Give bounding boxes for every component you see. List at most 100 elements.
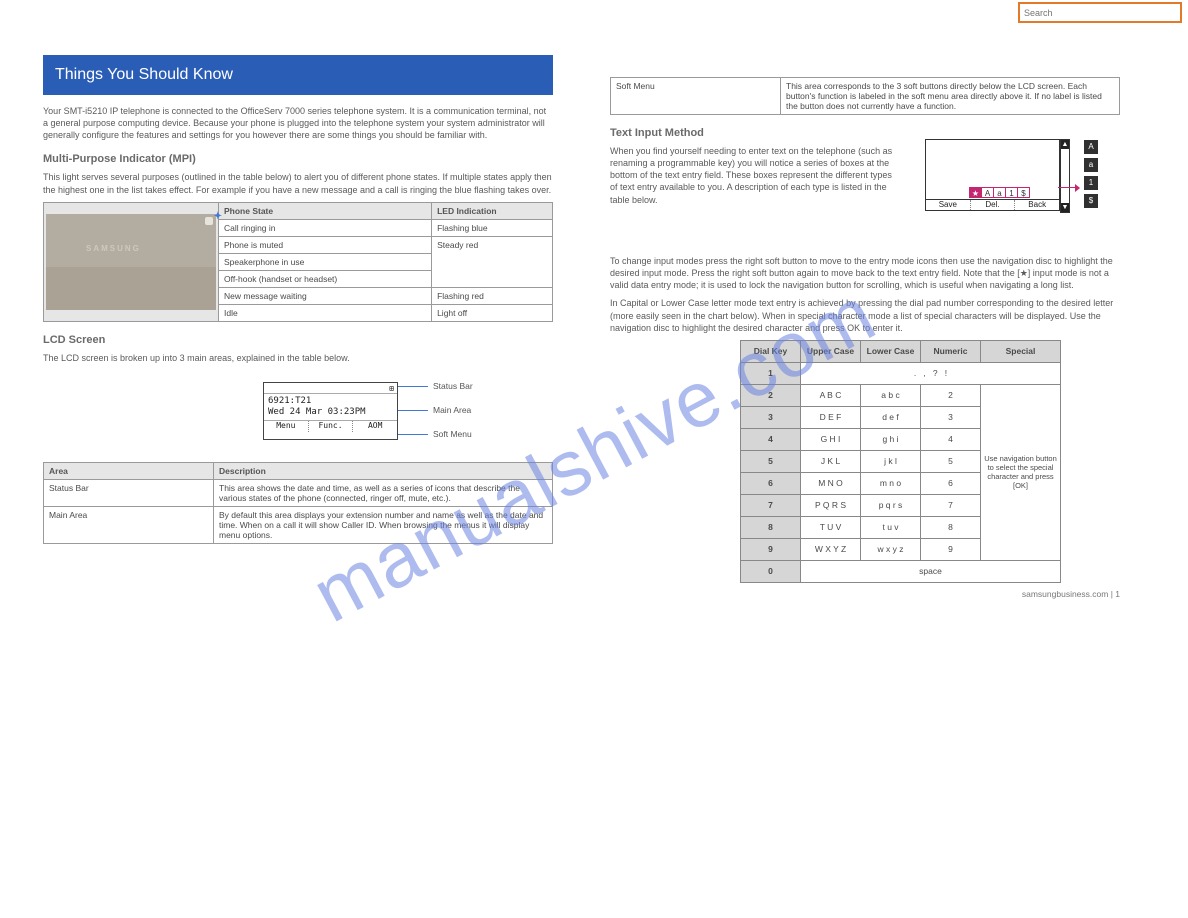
soft-func: Func. <box>309 421 354 432</box>
legend-lower: a <box>1084 158 1098 172</box>
ck: 6 <box>741 472 801 494</box>
cell: Call ringing in <box>219 219 432 236</box>
legend-special: $ <box>1084 194 1098 208</box>
mpi-col-state: Phone State <box>219 202 432 219</box>
cell: Main Area <box>44 506 214 543</box>
phone-led <box>205 217 213 225</box>
search-input[interactable] <box>1020 4 1180 21</box>
lcd-diagram: ⊞ 6921:T21 Wed 24 Mar 03:23PM Menu Func.… <box>263 374 603 454</box>
cell: This area shows the date and time, as we… <box>214 479 553 506</box>
ck: 5 <box>741 450 801 472</box>
heading-text-input: Text Input Method <box>610 127 1150 139</box>
mpi-col-led: LED Indication <box>432 202 553 219</box>
cell: 5 <box>921 450 981 472</box>
lcd-status-bar: ⊞ <box>264 383 397 394</box>
cell: 8 <box>921 516 981 538</box>
cell: 3 <box>921 406 981 428</box>
cell: a b c <box>861 384 921 406</box>
cell: J K L <box>801 450 861 472</box>
cell: Speakerphone in use <box>219 253 432 270</box>
cell: Soft Menu <box>611 78 781 115</box>
cell: By default this area displays your exten… <box>214 506 553 543</box>
cell: Flashing blue <box>432 219 553 236</box>
lcd-screen: ⊞ 6921:T21 Wed 24 Mar 03:23PM Menu Func.… <box>263 382 398 440</box>
lcd-main-area: 6921:T21 Wed 24 Mar 03:23PM <box>264 394 397 420</box>
text-input-body3: In Capital or Lower Case letter mode tex… <box>610 297 1120 333</box>
heading-lcd: LCD Screen <box>43 334 553 346</box>
text-entry-screen: ▲ ▼ ★ A a 1 $ Save Del. Back <box>925 139 1060 211</box>
left-column: Your SMT-i5210 IP telephone is connected… <box>43 105 553 544</box>
soft-menu: Menu <box>264 421 309 432</box>
char-entry-table: Dial Key Upper Case Lower Case Numeric S… <box>740 340 1061 583</box>
ch-h2: Lower Case <box>861 340 921 362</box>
col-area: Area <box>44 462 214 479</box>
cell: T U V <box>801 516 861 538</box>
soft-save: Save <box>926 200 971 210</box>
phone-brand-text: SAMSUNG <box>86 244 141 253</box>
cell: . , ? ! <box>801 362 1061 384</box>
heading-mpi: Multi-Purpose Indicator (MPI) <box>43 153 553 165</box>
lcd-body: The LCD screen is broken up into 3 main … <box>43 352 553 364</box>
scroll-up-icon[interactable]: ▲ <box>1061 140 1069 149</box>
cell: Phone is muted <box>219 236 432 253</box>
cell: A B C <box>801 384 861 406</box>
cell: g h i <box>861 428 921 450</box>
cell: Steady red <box>432 236 553 287</box>
ck: 8 <box>741 516 801 538</box>
cell: Idle <box>219 304 432 321</box>
cell: d e f <box>861 406 921 428</box>
cell: Flashing red <box>432 287 553 304</box>
intro-paragraph: Your SMT-i5210 IP telephone is connected… <box>43 105 553 141</box>
ch-h3: Numeric <box>921 340 981 362</box>
right-column: Soft MenuThis area corresponds to the 3 … <box>610 77 1150 599</box>
label-main: Main Area <box>433 405 471 415</box>
label-softmenu: Soft Menu <box>433 429 472 439</box>
cell: W X Y Z <box>801 538 861 560</box>
led-glow-icon: ✦ <box>214 211 222 222</box>
soft-back: Back <box>1015 200 1059 210</box>
soft-aom: AOM <box>353 421 397 432</box>
search-box[interactable] <box>1018 2 1182 23</box>
scrollbar[interactable]: ▲ ▼ <box>1060 139 1070 213</box>
legend-upper: A <box>1084 140 1098 154</box>
cell: 6 <box>921 472 981 494</box>
cell: 4 <box>921 428 981 450</box>
legend-num: 1 <box>1084 176 1098 190</box>
cell: 7 <box>921 494 981 516</box>
label-status: Status Bar <box>433 381 473 391</box>
cell: M N O <box>801 472 861 494</box>
lcd-date: Wed 24 Mar 03:23PM <box>268 407 393 418</box>
phone-illustration: SAMSUNG ✦ <box>46 214 216 310</box>
cell: New message waiting <box>219 287 432 304</box>
ch-h0: Dial Key <box>741 340 801 362</box>
mpi-table: SAMSUNG ✦ Phone State LED Indication Cal… <box>43 202 553 322</box>
cell: j k l <box>861 450 921 472</box>
network-icon: ⊞ <box>389 384 394 393</box>
arrow-icon <box>1058 187 1076 188</box>
mpi-body: This light serves several purposes (outl… <box>43 171 553 195</box>
input-mode-row: ★ A a 1 $ <box>970 187 1030 198</box>
cell: Light off <box>432 304 553 321</box>
cell: 2 <box>921 384 981 406</box>
lcd-ext: 6921:T21 <box>268 396 393 407</box>
lcd-area-table: Area Description Status BarThis area sho… <box>43 462 553 544</box>
mode-special: $ <box>1017 187 1030 198</box>
cell: Off-hook (handset or headset) <box>219 270 432 287</box>
cell: Status Bar <box>44 479 214 506</box>
ck: 7 <box>741 494 801 516</box>
cell: p q r s <box>861 494 921 516</box>
cell: m n o <box>861 472 921 494</box>
cell: w x y z <box>861 538 921 560</box>
page-footer: samsungbusiness.com | 1 <box>610 589 1120 599</box>
mode-legend-boxes: A a 1 $ <box>1084 140 1098 208</box>
col-desc: Description <box>214 462 553 479</box>
cell: t u v <box>861 516 921 538</box>
ch-h1: Upper Case <box>801 340 861 362</box>
scroll-down-icon[interactable]: ▼ <box>1061 203 1069 212</box>
ck: 0 <box>741 560 801 582</box>
text-input-body1: When you find yourself needing to enter … <box>610 145 900 206</box>
ck: 2 <box>741 384 801 406</box>
ck: 4 <box>741 428 801 450</box>
text-input-body2: To change input modes press the right so… <box>610 255 1120 291</box>
entry-soft-row: Save Del. Back <box>926 199 1059 210</box>
